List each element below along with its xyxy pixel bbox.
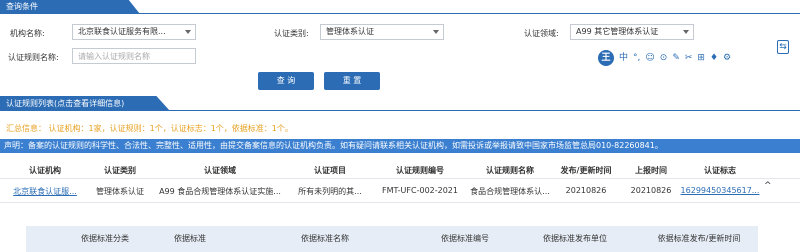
col-cert-type: 认证类别 [104, 166, 136, 175]
chinese-mode-icon[interactable]: 中 [619, 50, 628, 66]
toggle-icon[interactable]: ⇆ [777, 40, 789, 54]
cell-publish-time: 20210826 [565, 186, 607, 195]
rule-name-input[interactable] [72, 48, 196, 64]
cert-field-select[interactable]: A99 其它管理体系认证 [570, 24, 694, 40]
grid-icon[interactable]: ⊞ [697, 50, 705, 66]
gear-icon[interactable]: ⚙ [723, 50, 731, 66]
col-rule-number: 认证规则编号 [396, 166, 444, 175]
col-report-time: 上报时间 [635, 166, 667, 175]
collapse-icon[interactable]: ^ [764, 181, 772, 191]
punctuation-icon[interactable]: °, [633, 50, 640, 66]
org-name-select[interactable]: 北京联食认证服务有限... [72, 24, 196, 40]
summary-info: 汇总信息： 认证机构：1家，认证规则：1个，认证标志：1个，依据标准：1个。 [6, 124, 293, 133]
rules-panel-header: 认证规则列表(点击查看详细信息) [0, 96, 800, 111]
chevron-down-icon [683, 30, 689, 34]
query-panel-title: 查询条件 [0, 0, 140, 14]
col-cert-field: 认证领域 [204, 166, 236, 175]
query-panel-header: 查询条件 [0, 0, 800, 14]
sub-col-standard-number: 依据标准编号 [441, 234, 489, 243]
chevron-down-icon [185, 30, 191, 34]
rule-name-label: 认证规则名称: [8, 53, 59, 62]
col-cert-mark: 认证标志 [704, 166, 736, 175]
cell-rule-number: FMT-UFC-002-2021 [382, 186, 458, 195]
cell-org[interactable]: 北京联食认证服... [0, 186, 90, 197]
header-divider [0, 178, 800, 179]
emoji-icon[interactable]: ☺ [645, 50, 654, 66]
chevron-down-icon [433, 30, 439, 34]
skin-icon[interactable]: ♦ [710, 50, 718, 66]
voice-icon[interactable]: ⊙ [660, 50, 668, 66]
cell-cert-type: 管理体系认证 [96, 187, 144, 196]
cell-cert-mark[interactable]: 16299450345617... [680, 186, 760, 195]
sub-col-standard-category: 依据标准分类 [81, 234, 129, 243]
input-method-toolbar: 王 中 °, ☺ ⊙ ✎ ✂ ⊞ ♦ ⚙ [598, 50, 731, 66]
row-divider [0, 202, 800, 203]
cell-cert-field: A99 食品合规管理体系认证实施... [159, 187, 281, 196]
sub-col-standard-name: 依据标准名称 [301, 234, 349, 243]
cert-type-value: 管理体系认证 [326, 27, 374, 36]
org-name-label: 机构名称: [10, 29, 45, 38]
cell-cert-project: 所有未列明的其... [298, 187, 362, 196]
col-org: 认证机构 [29, 166, 61, 175]
search-button[interactable]: 查 询 [258, 72, 314, 90]
col-publish-time: 发布/更新时间 [560, 166, 612, 175]
org-name-value: 北京联食认证服务有限... [78, 27, 166, 36]
ime-logo-icon[interactable]: 王 [598, 50, 614, 66]
notice-bar: 声明：备案的认证规则的科学性、合法性、完整性、适用性，由提交备案信息的认证机构负… [0, 139, 800, 153]
cert-field-value: A99 其它管理体系认证 [576, 27, 659, 36]
cell-rule-name: 食品合规管理体系认... [470, 187, 550, 196]
scissors-icon[interactable]: ✂ [685, 50, 693, 66]
cell-report-time: 20210826 [630, 186, 672, 195]
sub-col-standard-publisher: 依据标准发布单位 [543, 234, 607, 243]
handwrite-icon[interactable]: ✎ [672, 50, 680, 66]
sub-col-standard-time: 依据标准发布/更新时间 [657, 234, 741, 243]
reset-button[interactable]: 重 置 [324, 72, 380, 90]
cert-type-label: 认证类别: [274, 29, 309, 38]
col-rule-name: 认证规则名称 [486, 166, 534, 175]
sub-col-standard: 依据标准 [174, 234, 206, 243]
cert-field-label: 认证领域: [524, 29, 559, 38]
cert-type-select[interactable]: 管理体系认证 [320, 24, 444, 40]
rules-panel-title: 认证规则列表(点击查看详细信息) [0, 96, 170, 111]
col-cert-project: 认证项目 [314, 166, 346, 175]
